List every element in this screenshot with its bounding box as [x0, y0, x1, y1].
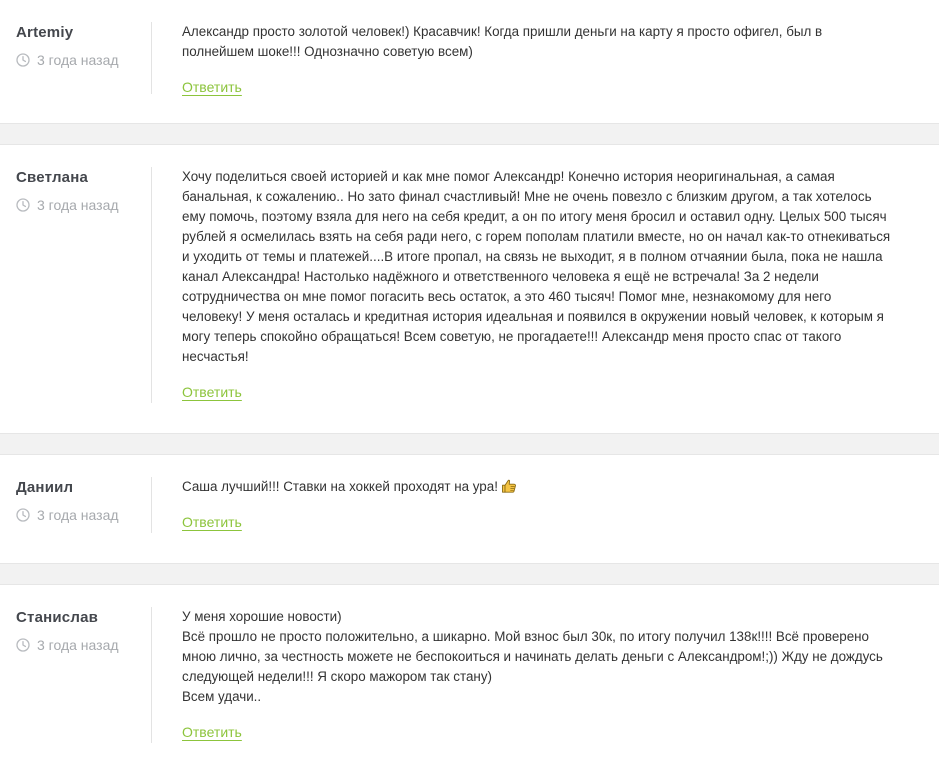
- comment-separator: [0, 564, 939, 585]
- comment-time-label: 3 года назад: [37, 507, 119, 523]
- comment-divider: [151, 607, 152, 743]
- comment-meta: Даниил 3 года назад: [16, 479, 146, 523]
- comment-time: 3 года назад: [16, 52, 146, 68]
- reply-link[interactable]: Ответить: [182, 383, 242, 401]
- comment-author: Светлана: [16, 169, 89, 186]
- comment-body: Александр просто золотой человек!) Краса…: [182, 22, 922, 97]
- clock-icon: [16, 53, 30, 67]
- comment-time-label: 3 года назад: [37, 52, 119, 68]
- comment-item: Светлана 3 года назад Хочу поделиться св…: [0, 145, 939, 434]
- reply-link[interactable]: Ответить: [182, 723, 242, 741]
- comment-author: Artemiy: [16, 24, 74, 41]
- comment-body: У меня хорошие новости) Всё прошло не пр…: [182, 607, 922, 742]
- comment-author: Даниил: [16, 479, 74, 496]
- comment-item: Artemiy 3 года назад Александр просто зо…: [0, 0, 939, 124]
- comment-text: Хочу поделиться своей историей и как мне…: [182, 169, 891, 364]
- comment-body: Саша лучший!!! Ставки на хоккей проходят…: [182, 477, 922, 532]
- comment-text: Александр просто золотой человек!) Краса…: [182, 24, 823, 59]
- comment-item: Даниил 3 года назад Саша лучший!!! Ставк…: [0, 455, 939, 564]
- comment-author: Станислав: [16, 609, 99, 626]
- comment-text: У меня хорошие новости) Всё прошло не пр…: [182, 609, 883, 704]
- comment-separator: [0, 434, 939, 455]
- clock-icon: [16, 638, 30, 652]
- comment-divider: [151, 167, 152, 403]
- reply-link[interactable]: Ответить: [182, 78, 242, 96]
- comment-time: 3 года назад: [16, 507, 146, 523]
- comment-time-label: 3 года назад: [37, 637, 119, 653]
- comment-divider: [151, 477, 152, 533]
- comment-text: Саша лучший!!! Ставки на хоккей проходят…: [182, 477, 922, 497]
- comment-meta: Станислав 3 года назад: [16, 609, 146, 653]
- comment-meta: Светлана 3 года назад: [16, 169, 146, 213]
- comment-text-content: Саша лучший!!! Ставки на хоккей проходят…: [182, 479, 498, 494]
- comment-time-label: 3 года назад: [37, 197, 119, 213]
- comment-divider: [151, 22, 152, 94]
- comments-list: Artemiy 3 года назад Александр просто зо…: [0, 0, 939, 757]
- comment-body: Хочу поделиться своей историей и как мне…: [182, 167, 922, 402]
- thumbs-up-icon: [501, 479, 516, 493]
- clock-icon: [16, 508, 30, 522]
- reply-link[interactable]: Ответить: [182, 513, 242, 531]
- comment-meta: Artemiy 3 года назад: [16, 24, 146, 68]
- comment-item: Станислав 3 года назад У меня хорошие но…: [0, 585, 939, 757]
- comment-time: 3 года назад: [16, 197, 146, 213]
- comment-time: 3 года назад: [16, 637, 146, 653]
- comment-separator: [0, 124, 939, 145]
- clock-icon: [16, 198, 30, 212]
